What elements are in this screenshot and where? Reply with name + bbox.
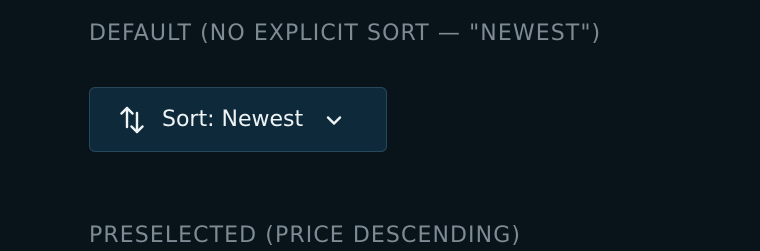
sort-dropdown-button[interactable]: Sort: Newest <box>89 87 387 152</box>
section-heading-default: DEFAULT (NO EXPLICIT SORT — "NEWEST") <box>89 21 602 46</box>
section-heading-preselected: PRESELECTED (PRICE DESCENDING) <box>89 223 522 248</box>
sort-button-label: Sort: Newest <box>162 106 304 132</box>
section-default: DEFAULT (NO EXPLICIT SORT — "NEWEST") <box>89 19 601 49</box>
sort-arrows-icon <box>119 105 145 135</box>
chevron-down-icon <box>323 109 345 131</box>
section-preselected: PRESELECTED (PRICE DESCENDING) <box>89 221 521 251</box>
